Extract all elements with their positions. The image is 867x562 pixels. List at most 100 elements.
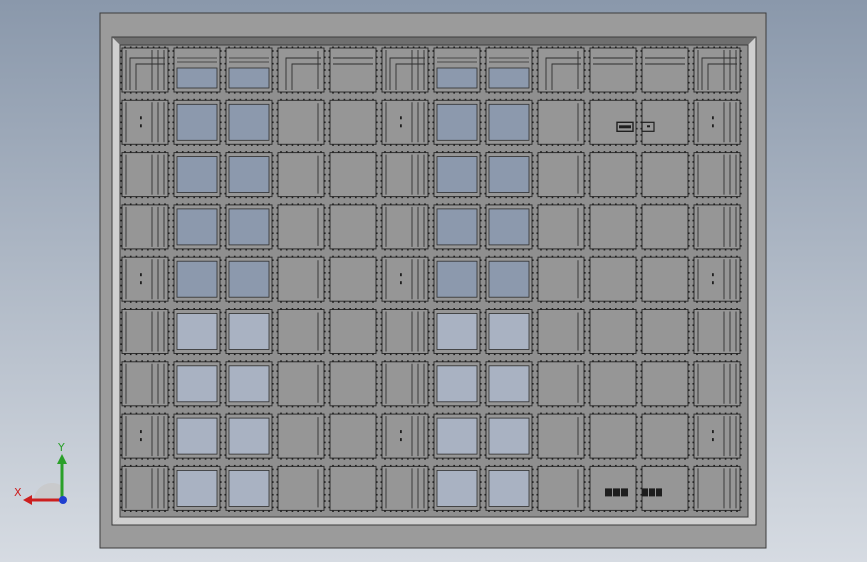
grid-cell[interactable] (328, 98, 378, 146)
grid-cell[interactable] (380, 308, 430, 356)
grid-cell[interactable] (172, 308, 222, 356)
grid-cell[interactable] (692, 255, 742, 303)
grid-cell[interactable] (380, 98, 430, 146)
grid-cell[interactable] (536, 151, 586, 199)
grid-cell[interactable] (380, 412, 430, 460)
grid-cell[interactable] (640, 151, 690, 199)
grid-cell[interactable] (640, 308, 690, 356)
terminal-icon[interactable] (642, 488, 648, 497)
grid-cell[interactable] (692, 151, 742, 199)
grid-cell[interactable] (536, 203, 586, 251)
grid-cell[interactable] (484, 360, 534, 408)
grid-cell[interactable] (588, 360, 638, 408)
grid-cell[interactable] (172, 255, 222, 303)
grid-cell[interactable] (432, 255, 482, 303)
grid-cell[interactable] (224, 464, 274, 512)
grid-cell[interactable] (380, 360, 430, 408)
grid-cell[interactable] (224, 151, 274, 199)
grid-cell[interactable] (328, 464, 378, 512)
grid-cell[interactable] (432, 308, 482, 356)
grid-cell[interactable] (172, 464, 222, 512)
grid-cell[interactable] (120, 46, 170, 94)
grid-cell[interactable] (380, 46, 430, 94)
grid-cell[interactable] (484, 98, 534, 146)
grid-cell[interactable] (224, 46, 274, 94)
grid-cell[interactable] (588, 308, 638, 356)
grid-cell[interactable] (536, 464, 586, 512)
grid-cell[interactable] (172, 46, 222, 94)
grid-cell[interactable] (484, 46, 534, 94)
grid-cell[interactable] (380, 151, 430, 199)
grid-cell[interactable] (380, 464, 430, 512)
grid-cell[interactable] (224, 203, 274, 251)
grid-cell[interactable] (276, 255, 326, 303)
grid-cell[interactable] (276, 464, 326, 512)
grid-cell[interactable] (120, 255, 170, 303)
grid-cell[interactable] (172, 151, 222, 199)
grid-cell[interactable] (120, 151, 170, 199)
grid-cell[interactable] (120, 98, 170, 146)
grid-cell[interactable] (328, 151, 378, 199)
grid-cell[interactable] (536, 255, 586, 303)
grid-cell[interactable] (588, 412, 638, 460)
grid-cell[interactable] (328, 308, 378, 356)
grid-cell[interactable] (484, 412, 534, 460)
grid-cell[interactable] (536, 46, 586, 94)
grid-cell[interactable] (692, 98, 742, 146)
grid-cell[interactable] (224, 98, 274, 146)
grid-cell[interactable] (484, 203, 534, 251)
grid-cell[interactable] (276, 46, 326, 94)
grid-cell[interactable] (692, 464, 742, 512)
grid-cell[interactable] (692, 203, 742, 251)
grid-cell[interactable] (172, 360, 222, 408)
grid-cell[interactable] (692, 308, 742, 356)
terminal-icon[interactable] (621, 488, 628, 497)
grid-cell[interactable] (536, 308, 586, 356)
grid-cell[interactable] (692, 360, 742, 408)
grid-cell[interactable] (588, 46, 638, 94)
grid-cell[interactable] (432, 151, 482, 199)
grid-cell[interactable] (640, 46, 690, 94)
grid-cell[interactable] (224, 412, 274, 460)
grid-cell[interactable] (276, 151, 326, 199)
grid-cell[interactable] (120, 203, 170, 251)
grid-cell[interactable] (224, 360, 274, 408)
grid-cell[interactable] (640, 203, 690, 251)
grid-cell[interactable] (328, 360, 378, 408)
grid-cell[interactable] (640, 255, 690, 303)
grid-cell[interactable] (120, 412, 170, 460)
grid-cell[interactable] (328, 46, 378, 94)
grid-cell[interactable] (380, 255, 430, 303)
grid-cell[interactable] (536, 360, 586, 408)
grid-cell[interactable] (536, 98, 586, 146)
grid-cell[interactable] (432, 464, 482, 512)
grid-cell[interactable] (432, 98, 482, 146)
grid-cell[interactable] (432, 412, 482, 460)
grid-cell[interactable] (588, 255, 638, 303)
grid-cell[interactable] (484, 151, 534, 199)
grid-cell[interactable] (120, 308, 170, 356)
grid-cell[interactable] (588, 151, 638, 199)
grid-cell[interactable] (120, 464, 170, 512)
grid-cell[interactable] (172, 412, 222, 460)
terminal-icon[interactable] (613, 488, 620, 497)
grid-cell[interactable] (432, 46, 482, 94)
grid-cell[interactable] (172, 98, 222, 146)
terminal-icon[interactable] (605, 488, 612, 497)
grid-cell[interactable] (640, 412, 690, 460)
panel-assembly-model[interactable] (0, 0, 867, 562)
grid-cell[interactable] (380, 203, 430, 251)
grid-cell[interactable] (328, 255, 378, 303)
grid-cell[interactable] (328, 203, 378, 251)
grid-cell[interactable] (432, 203, 482, 251)
grid-cell[interactable] (276, 98, 326, 146)
grid-cell[interactable] (588, 203, 638, 251)
grid-cell[interactable] (484, 464, 534, 512)
grid-cell[interactable] (692, 46, 742, 94)
terminal-icon[interactable] (656, 488, 662, 497)
grid-cell[interactable] (276, 308, 326, 356)
grid-cell[interactable] (484, 255, 534, 303)
grid-cell[interactable] (224, 255, 274, 303)
grid-cell[interactable] (692, 412, 742, 460)
grid-cell[interactable] (640, 360, 690, 408)
